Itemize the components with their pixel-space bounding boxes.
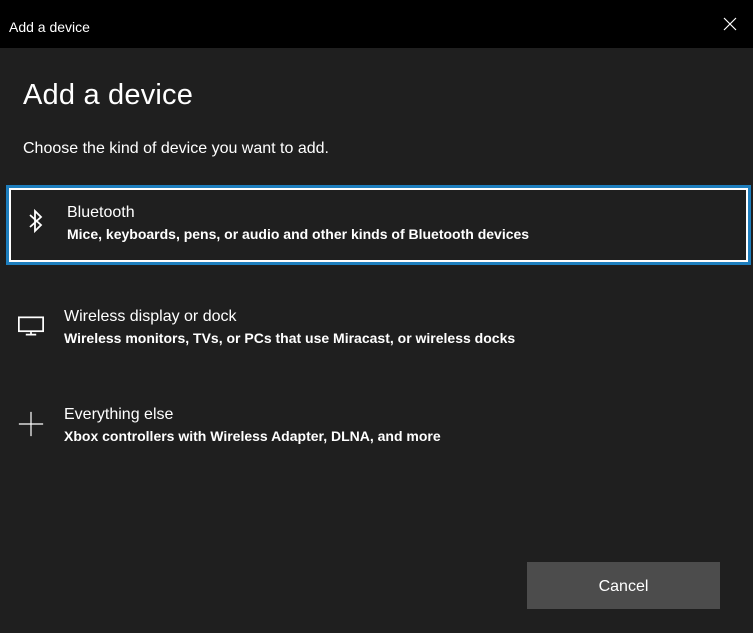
page-subtitle: Choose the kind of device you want to ad…	[23, 140, 329, 157]
add-device-window: Add a device Add a device Choose the kin…	[0, 0, 753, 633]
wireless-display-option[interactable]: Wireless display or dock Wireless monito…	[6, 290, 751, 370]
wireless-display-description: Wireless monitors, TVs, or PCs that use …	[64, 330, 516, 346]
wireless-display-title: Wireless display or dock	[64, 308, 237, 325]
bluetooth-icon	[23, 206, 49, 236]
bluetooth-description: Mice, keyboards, pens, or audio and othe…	[67, 226, 530, 242]
plus-icon	[18, 409, 44, 439]
bluetooth-option[interactable]: Bluetooth Mice, keyboards, pens, or audi…	[6, 185, 751, 265]
cancel-button[interactable]: Cancel	[527, 562, 720, 609]
everything-else-title: Everything else	[64, 406, 174, 423]
bluetooth-title: Bluetooth	[67, 204, 135, 221]
monitor-icon	[18, 311, 44, 341]
window-title: Add a device	[9, 19, 90, 35]
everything-else-option[interactable]: Everything else Xbox controllers with Wi…	[6, 388, 751, 468]
close-button[interactable]	[707, 0, 753, 48]
page-title: Add a device	[23, 79, 194, 111]
dialog-content: Add a device Choose the kind of device y…	[0, 48, 753, 633]
close-icon	[723, 17, 737, 31]
everything-else-description: Xbox controllers with Wireless Adapter, …	[64, 428, 441, 444]
title-bar: Add a device	[0, 0, 753, 48]
